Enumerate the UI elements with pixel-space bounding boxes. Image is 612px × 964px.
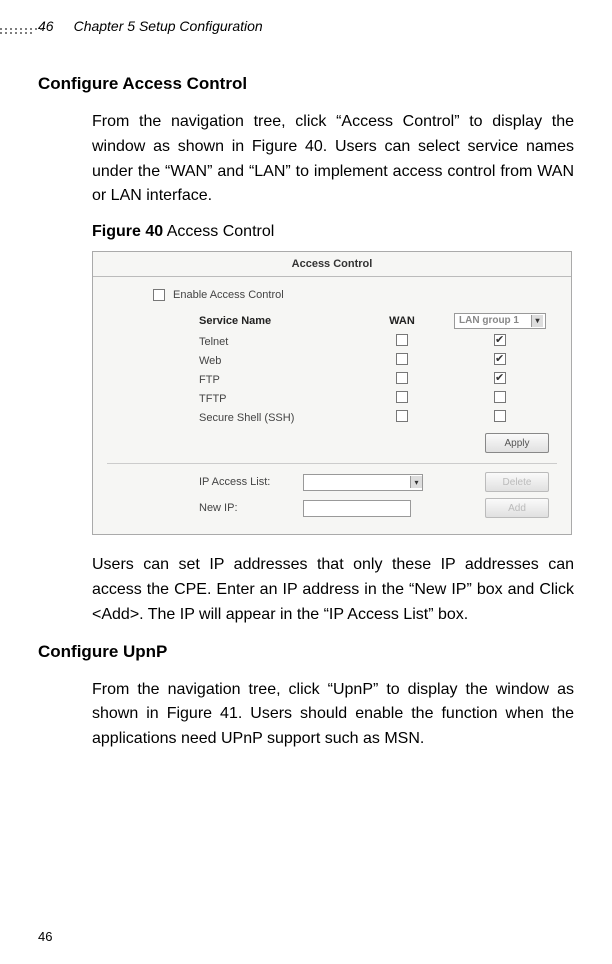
figure40-caption-bold: Figure 40: [92, 223, 163, 240]
ftp-lan-checkbox[interactable]: [494, 372, 506, 384]
table-row: Secure Shell (SSH): [199, 408, 559, 427]
chevron-down-icon: ▾: [410, 476, 422, 488]
figure40-caption: Figure 40 Access Control: [92, 223, 574, 241]
figure40-screenshot: Access Control Enable Access Control Ser…: [92, 251, 572, 535]
panel-title: Access Control: [93, 252, 571, 276]
service-table: Service Name WAN LAN group 1 ▾ Telnet We…: [199, 311, 559, 427]
section-heading-access-control: Configure Access Control: [38, 74, 574, 94]
tftp-lan-checkbox[interactable]: [494, 391, 506, 403]
lan-group-select[interactable]: LAN group 1 ▾: [454, 313, 546, 329]
upnp-para-1: From the navigation tree, click “UpnP” t…: [92, 678, 574, 752]
table-row: TFTP: [199, 389, 559, 408]
ip-section: IP Access List: ▾ Delete New IP: Add: [199, 472, 557, 518]
service-name: Telnet: [199, 336, 359, 348]
divider: [107, 463, 557, 464]
figure40-caption-rest: Access Control: [163, 223, 274, 240]
enable-access-control-checkbox[interactable]: [153, 289, 165, 301]
service-name: Secure Shell (SSH): [199, 412, 359, 424]
web-wan-checkbox[interactable]: [396, 353, 408, 365]
lan-group-select-value: LAN group 1: [459, 315, 519, 326]
table-row: Telnet: [199, 332, 559, 351]
section-heading-upnp: Configure UpnP: [38, 642, 574, 662]
col-header-wan: WAN: [359, 315, 445, 327]
service-name: Web: [199, 355, 359, 367]
telnet-wan-checkbox[interactable]: [396, 334, 408, 346]
ip-access-list-label: IP Access List:: [199, 476, 295, 488]
access-control-para-2: Users can set IP addresses that only the…: [92, 553, 574, 627]
col-header-service: Service Name: [199, 315, 359, 327]
page-header: 46 Chapter 5 Setup Configuration: [38, 18, 574, 34]
ssh-lan-checkbox[interactable]: [494, 410, 506, 422]
new-ip-input[interactable]: [303, 500, 411, 517]
apply-button[interactable]: Apply: [485, 433, 549, 453]
ssh-wan-checkbox[interactable]: [396, 410, 408, 422]
service-name: TFTP: [199, 393, 359, 405]
table-row: Web: [199, 351, 559, 370]
tftp-wan-checkbox[interactable]: [396, 391, 408, 403]
enable-access-control-row: Enable Access Control: [153, 289, 557, 301]
chevron-down-icon: ▾: [531, 315, 543, 327]
page-number-bottom: 46: [38, 929, 52, 944]
service-name: FTP: [199, 374, 359, 386]
col-header-lan: LAN group 1 ▾: [445, 313, 555, 329]
enable-access-control-label: Enable Access Control: [173, 289, 284, 301]
telnet-lan-checkbox[interactable]: [494, 334, 506, 346]
header-dots: [0, 28, 48, 38]
table-row: FTP: [199, 370, 559, 389]
ip-access-list-select[interactable]: ▾: [303, 474, 423, 491]
access-control-para-1: From the navigation tree, click “Access …: [92, 110, 574, 209]
web-lan-checkbox[interactable]: [494, 353, 506, 365]
delete-button[interactable]: Delete: [485, 472, 549, 492]
chapter-title: Chapter 5 Setup Configuration: [74, 18, 263, 34]
add-button[interactable]: Add: [485, 498, 549, 518]
new-ip-label: New IP:: [199, 502, 295, 514]
ftp-wan-checkbox[interactable]: [396, 372, 408, 384]
